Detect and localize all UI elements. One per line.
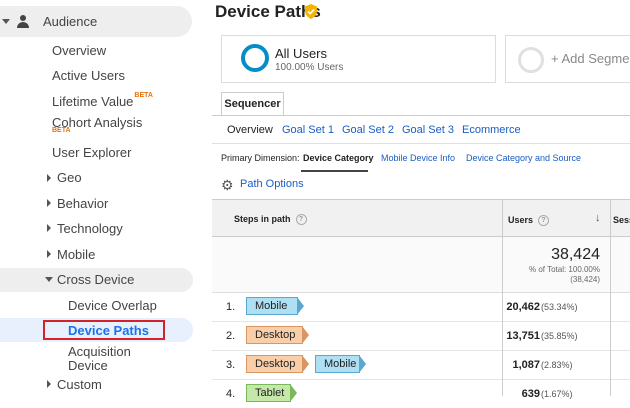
row-index: 1. (226, 301, 236, 313)
sidebar: Audience Overview Active Users Lifetime … (0, 0, 212, 396)
dimension-device-category-source[interactable]: Device Category and Source (466, 153, 581, 163)
tab-ecommerce[interactable]: Ecommerce (462, 124, 521, 136)
verified-shield-icon (305, 4, 317, 19)
row-index: 2. (226, 330, 236, 342)
path-step-chip[interactable]: Mobile (315, 355, 366, 373)
sidebar-item-mobile[interactable]: Mobile (57, 247, 95, 262)
table-header: Steps in path? Users? ↓ Sess (212, 199, 630, 237)
sidebar-subitem-acquisition-device-line2: Device (68, 358, 108, 373)
segment-name: All Users (275, 46, 328, 61)
row-users-percent: (1.67%) (541, 389, 573, 399)
dimension-device-category[interactable]: Device Category (303, 153, 374, 163)
table-total-row: 38,424 % of Total: 100.00% (38,424) (212, 237, 630, 293)
highlight-box (43, 320, 165, 340)
divider (212, 115, 630, 116)
segment-card-all-users[interactable]: All Users 100.00% Users (221, 35, 496, 83)
row-users-value: 1,087 (512, 359, 540, 371)
table-row: 1. Mobile 20,462 (53.34%) (212, 293, 630, 321)
column-divider (610, 199, 611, 396)
chevron-down-icon (2, 19, 10, 24)
chevron-down-icon (45, 277, 53, 282)
table-row: 3. Desktop Mobile 1,087 (2.83%) (212, 351, 630, 379)
sidebar-item-behavior[interactable]: Behavior (57, 196, 108, 211)
chevron-right-icon (47, 224, 51, 232)
sidebar-section-audience[interactable]: Audience (0, 6, 192, 37)
row-users-value: 20,462 (506, 301, 540, 313)
person-icon (17, 15, 29, 28)
row-users-percent: (35.85%) (541, 331, 578, 341)
segment-placeholder-icon (518, 47, 544, 73)
table-row: 2. Desktop 13,751 (35.85%) (212, 322, 630, 350)
sidebar-section-label: Audience (43, 14, 98, 29)
chevron-right-icon (47, 174, 51, 182)
row-users-percent: (53.34%) (541, 302, 578, 312)
row-users-value: 639 (521, 388, 540, 400)
segment-ring-icon (241, 44, 269, 72)
row-index: 3. (226, 359, 236, 371)
path-step-chip[interactable]: Desktop (246, 355, 309, 373)
sidebar-item-geo[interactable]: Geo (57, 170, 82, 185)
add-segment-button[interactable]: + Add Segment (505, 35, 630, 83)
chevron-right-icon (47, 250, 51, 258)
gear-icon: ⚙ (221, 177, 234, 193)
column-divider (502, 199, 503, 396)
row-index: 4. (226, 388, 236, 400)
sidebar-item-label: Lifetime Value (52, 94, 134, 109)
sidebar-item-active-users[interactable]: Active Users (52, 68, 125, 83)
beta-badge: BETA (134, 92, 153, 99)
sidebar-item-lifetime-value[interactable]: Lifetime ValueBETA (52, 92, 153, 109)
active-dimension-underline (301, 170, 368, 172)
sidebar-item-cross-device[interactable]: Cross Device (57, 272, 134, 287)
help-icon[interactable]: ? (538, 215, 550, 227)
row-users-value: 13,751 (506, 330, 540, 342)
sidebar-item-custom[interactable]: Custom (57, 377, 102, 392)
total-users-value: 38,424 (551, 246, 600, 263)
segment-percent: 100.00% Users (275, 62, 344, 73)
sidebar-item-overview[interactable]: Overview (52, 43, 106, 58)
column-header-users[interactable]: Users? (508, 215, 550, 227)
total-users-percent: % of Total: 100.00% (528, 265, 600, 274)
add-segment-label: + Add Segment (551, 51, 630, 66)
column-header-steps: Steps in path? (234, 214, 307, 226)
main-content: Device Paths All Users 100.00% Users + A… (212, 0, 630, 402)
path-options-label: Path Options (240, 178, 304, 190)
tab-overview[interactable]: Overview (227, 124, 273, 136)
primary-dimension-label: Primary Dimension: (221, 153, 300, 163)
sidebar-subitem-device-overlap[interactable]: Device Overlap (68, 298, 157, 313)
beta-badge: BETA (52, 127, 71, 134)
tab-goal-set-3[interactable]: Goal Set 3 (402, 124, 454, 136)
path-step-chip[interactable]: Mobile (246, 297, 304, 315)
chevron-right-icon (47, 380, 51, 388)
sidebar-subitem-acquisition-device[interactable]: Acquisition (68, 344, 131, 359)
chevron-right-icon (47, 199, 51, 207)
sidebar-item-technology[interactable]: Technology (57, 221, 123, 236)
sort-desc-icon[interactable]: ↓ (595, 212, 601, 224)
sidebar-item-user-explorer[interactable]: User Explorer (52, 145, 131, 160)
row-users-percent: (2.83%) (541, 360, 573, 370)
table-row: 4. Tablet 639 (1.67%) (212, 380, 630, 408)
tab-goal-set-1[interactable]: Goal Set 1 (282, 124, 334, 136)
path-step-chip[interactable]: Tablet (246, 384, 297, 402)
path-step-chip[interactable]: Desktop (246, 326, 309, 344)
help-icon[interactable]: ? (295, 214, 307, 226)
column-header-sessions[interactable]: Sess (613, 215, 630, 225)
total-users-abs: (38,424) (570, 275, 600, 284)
divider (212, 143, 630, 144)
dimension-mobile-device-info[interactable]: Mobile Device Info (381, 153, 455, 163)
tab-sequencer[interactable]: Sequencer (221, 92, 284, 116)
tab-goal-set-2[interactable]: Goal Set 2 (342, 124, 394, 136)
